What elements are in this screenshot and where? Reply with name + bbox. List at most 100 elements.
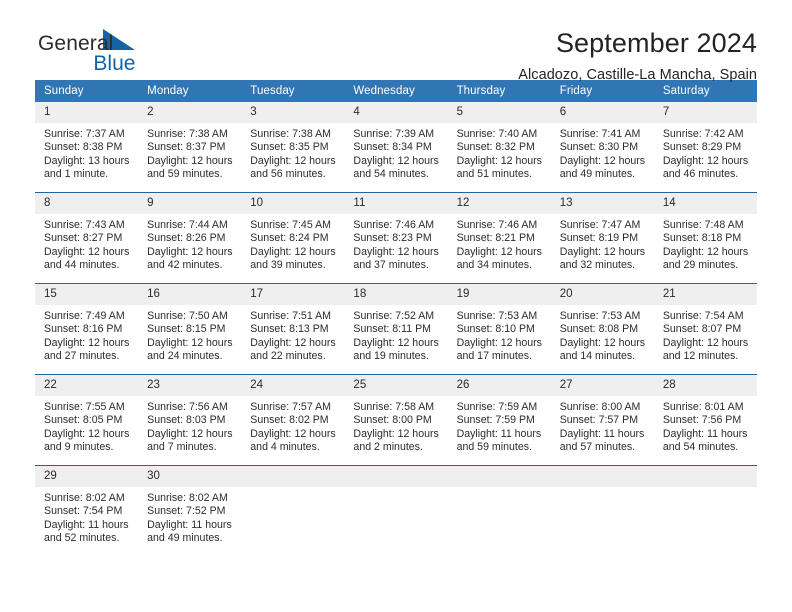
calendar-day-cell[interactable]: 26 Sunrise: 7:59 AM Sunset: 7:59 PM Dayligh… xyxy=(447,375,551,465)
day-details: Sunrise: 7:39 AM Sunset: 8:34 PM Daylight:… xyxy=(344,123,447,182)
day-details: Sunrise: 7:52 AM Sunset: 8:11 PM Daylight:… xyxy=(344,305,447,364)
day-number xyxy=(241,466,345,487)
calendar-day-cell[interactable]: 1 Sunrise: 7:37 AM Sunset: 8:38 PM Daylight… xyxy=(35,102,139,192)
day-number: 24 xyxy=(241,375,345,396)
calendar-day-cell[interactable]: 2 Sunrise: 7:38 AM Sunset: 8:37 PM Daylight… xyxy=(138,102,242,192)
calendar-week-row: 29 Sunrise: 8:02 AM Sunset: 7:54 PM Dayligh… xyxy=(35,465,757,556)
calendar-day-cell[interactable]: 11 Sunrise: 7:46 AM Sunset: 8:23 PM Dayligh… xyxy=(344,193,448,283)
sunrise-text: Sunrise: 7:43 AM xyxy=(44,219,125,231)
calendar-day-cell[interactable]: 13 Sunrise: 7:47 AM Sunset: 8:19 PM Dayligh… xyxy=(550,193,654,283)
day-number: 13 xyxy=(550,193,654,214)
daylight-text: Daylight: 12 hours and 9 minutes. xyxy=(44,427,130,454)
calendar-day-cell[interactable]: 18 Sunrise: 7:52 AM Sunset: 8:11 PM Dayligh… xyxy=(344,284,448,374)
calendar-day-cell[interactable]: 21 Sunrise: 7:54 AM Sunset: 8:07 PM Dayligh… xyxy=(653,284,757,374)
day-details: Sunrise: 7:43 AM Sunset: 8:27 PM Daylight:… xyxy=(35,214,138,273)
sunrise-text: Sunrise: 7:41 AM xyxy=(559,128,641,140)
calendar-day-cell[interactable]: 24 Sunrise: 7:57 AM Sunset: 8:02 PM Dayligh… xyxy=(241,375,345,465)
sunset-text: Sunset: 8:05 PM xyxy=(44,414,123,427)
calendar-day-cell[interactable]: 22 Sunrise: 7:55 AM Sunset: 8:05 PM Dayligh… xyxy=(35,375,139,465)
calendar-day-cell[interactable]: 9 Sunrise: 7:44 AM Sunset: 8:26 PM Daylight… xyxy=(138,193,242,283)
sunset-text: Sunset: 8:16 PM xyxy=(44,323,123,336)
day-number: 7 xyxy=(653,102,757,123)
calendar-day-cell[interactable]: 27 Sunrise: 8:00 AM Sunset: 7:57 PM Dayligh… xyxy=(550,375,654,465)
sunset-text: Sunset: 8:08 PM xyxy=(559,323,639,336)
daylight-text: Daylight: 12 hours and 14 minutes. xyxy=(559,336,646,363)
day-details: Sunrise: 7:53 AM Sunset: 8:08 PM Daylight:… xyxy=(551,305,654,364)
calendar-day-cell[interactable]: 20 Sunrise: 7:53 AM Sunset: 8:08 PM Dayligh… xyxy=(550,284,654,374)
sunset-text: Sunset: 7:52 PM xyxy=(147,505,226,518)
daylight-text: Daylight: 12 hours and 44 minutes. xyxy=(44,245,130,272)
calendar-day-cell[interactable]: 4 Sunrise: 7:39 AM Sunset: 8:34 PM Daylight… xyxy=(344,102,448,192)
daylight-text: Daylight: 11 hours and 59 minutes. xyxy=(456,427,542,454)
calendar-day-cell[interactable]: 25 Sunrise: 7:58 AM Sunset: 8:00 PM Dayligh… xyxy=(344,375,448,465)
title-block: September 2024 Alcadozo, Castille-La Man… xyxy=(518,26,757,83)
sunset-text: Sunset: 8:21 PM xyxy=(456,232,535,245)
day-details: Sunrise: 8:01 AM Sunset: 7:56 PM Daylight:… xyxy=(654,396,757,455)
day-number: 6 xyxy=(550,102,654,123)
day-details: Sunrise: 8:00 AM Sunset: 7:57 PM Daylight:… xyxy=(551,396,654,455)
daylight-text: Daylight: 12 hours and 32 minutes. xyxy=(559,245,646,272)
day-details: Sunrise: 7:46 AM Sunset: 8:21 PM Daylight:… xyxy=(448,214,551,273)
sunrise-text: Sunrise: 7:44 AM xyxy=(147,219,228,231)
day-details: Sunrise: 7:54 AM Sunset: 8:07 PM Daylight:… xyxy=(654,305,757,364)
day-details: Sunrise: 7:59 AM Sunset: 7:59 PM Daylight:… xyxy=(448,396,551,455)
brand-logo[interactable]: General Blue xyxy=(35,26,139,74)
day-details: Sunrise: 7:53 AM Sunset: 8:10 PM Daylight:… xyxy=(448,305,551,364)
day-number: 11 xyxy=(344,193,448,214)
calendar-day-cell[interactable]: 16 Sunrise: 7:50 AM Sunset: 8:15 PM Dayligh… xyxy=(138,284,242,374)
calendar-day-cell[interactable]: 14 Sunrise: 7:48 AM Sunset: 8:18 PM Dayligh… xyxy=(653,193,757,283)
daylight-text: Daylight: 12 hours and 17 minutes. xyxy=(456,336,542,363)
day-details: Sunrise: 7:55 AM Sunset: 8:05 PM Daylight:… xyxy=(35,396,138,455)
daylight-text: Daylight: 12 hours and 39 minutes. xyxy=(250,245,336,272)
day-details: Sunrise: 7:42 AM Sunset: 8:29 PM Daylight:… xyxy=(654,123,757,182)
calendar-day-cell[interactable]: 12 Sunrise: 7:46 AM Sunset: 8:21 PM Dayligh… xyxy=(447,193,551,283)
calendar-day-cell[interactable]: 8 Sunrise: 7:43 AM Sunset: 8:27 PM Daylight… xyxy=(35,193,139,283)
day-details: Sunrise: 7:57 AM Sunset: 8:02 PM Daylight:… xyxy=(241,396,344,455)
daylight-text: Daylight: 12 hours and 34 minutes. xyxy=(456,245,542,272)
daylight-text: Daylight: 12 hours and 49 minutes. xyxy=(559,154,646,181)
day-number: 12 xyxy=(447,193,551,214)
calendar-day-cell[interactable]: 28 Sunrise: 8:01 AM Sunset: 7:56 PM Dayligh… xyxy=(653,375,757,465)
daylight-text: Daylight: 12 hours and 2 minutes. xyxy=(353,427,439,454)
calendar-day-cell[interactable]: 15 Sunrise: 7:49 AM Sunset: 8:16 PM Dayligh… xyxy=(35,284,139,374)
calendar-day-cell[interactable]: 23 Sunrise: 7:56 AM Sunset: 8:03 PM Dayligh… xyxy=(138,375,242,465)
sunrise-text: Sunrise: 7:38 AM xyxy=(147,128,228,140)
calendar-day-cell[interactable]: 29 Sunrise: 8:02 AM Sunset: 7:54 PM Dayligh… xyxy=(35,466,139,556)
sunset-text: Sunset: 8:18 PM xyxy=(662,232,742,245)
day-number: 5 xyxy=(447,102,551,123)
page-subtitle: Alcadozo, Castille-La Mancha, Spain xyxy=(518,67,757,84)
day-number: 29 xyxy=(35,466,139,487)
weekday-header-sunday: Sunday xyxy=(35,80,139,102)
calendar-day-cell[interactable]: 6 Sunrise: 7:41 AM Sunset: 8:30 PM Daylight… xyxy=(550,102,654,192)
day-number xyxy=(653,466,757,487)
calendar-week-row: 8 Sunrise: 7:43 AM Sunset: 8:27 PM Daylight… xyxy=(35,192,757,284)
daylight-text: Daylight: 12 hours and 27 minutes. xyxy=(44,336,130,363)
calendar-header-row: Sunday Monday Tuesday Wednesday Thursday… xyxy=(35,80,757,102)
calendar-day-cell[interactable]: 17 Sunrise: 7:51 AM Sunset: 8:13 PM Dayligh… xyxy=(241,284,345,374)
daylight-text: Daylight: 11 hours and 57 minutes. xyxy=(559,427,645,454)
calendar-day-cell[interactable]: 30 Sunrise: 8:02 AM Sunset: 7:52 PM Dayligh… xyxy=(138,466,242,556)
sunrise-text: Sunrise: 8:02 AM xyxy=(44,492,125,504)
sunrise-text: Sunrise: 7:55 AM xyxy=(44,401,125,413)
sunset-text: Sunset: 8:32 PM xyxy=(456,141,535,154)
day-number: 30 xyxy=(138,466,242,487)
calendar-week-row: 15 Sunrise: 7:49 AM Sunset: 8:16 PM Dayligh… xyxy=(35,283,757,375)
calendar-body: 1 Sunrise: 7:37 AM Sunset: 8:38 PM Daylight… xyxy=(35,102,757,556)
sunrise-text: Sunrise: 8:00 AM xyxy=(559,401,641,413)
calendar-day-cell[interactable]: 19 Sunrise: 7:53 AM Sunset: 8:10 PM Dayligh… xyxy=(447,284,551,374)
day-details: Sunrise: 7:38 AM Sunset: 8:35 PM Daylight:… xyxy=(241,123,344,182)
daylight-text: Daylight: 13 hours and 1 minute. xyxy=(44,154,130,181)
weekday-header-saturday: Saturday xyxy=(653,80,757,102)
calendar-day-cell[interactable]: 5 Sunrise: 7:40 AM Sunset: 8:32 PM Daylight… xyxy=(447,102,551,192)
calendar-day-cell[interactable]: 10 Sunrise: 7:45 AM Sunset: 8:24 PM Dayligh… xyxy=(241,193,345,283)
day-details: Sunrise: 7:49 AM Sunset: 8:16 PM Daylight:… xyxy=(35,305,138,364)
sunset-text: Sunset: 8:27 PM xyxy=(44,232,123,245)
daylight-text: Daylight: 12 hours and 4 minutes. xyxy=(250,427,336,454)
day-number: 21 xyxy=(653,284,757,305)
daylight-text: Daylight: 12 hours and 42 minutes. xyxy=(147,245,233,272)
sunset-text: Sunset: 7:59 PM xyxy=(456,414,535,427)
calendar-day-cell[interactable]: 3 Sunrise: 7:38 AM Sunset: 8:35 PM Daylight… xyxy=(241,102,345,192)
weekday-header-monday: Monday xyxy=(138,80,242,102)
sunrise-text: Sunrise: 7:47 AM xyxy=(559,219,641,231)
calendar-day-cell[interactable]: 7 Sunrise: 7:42 AM Sunset: 8:29 PM Daylight… xyxy=(653,102,757,192)
